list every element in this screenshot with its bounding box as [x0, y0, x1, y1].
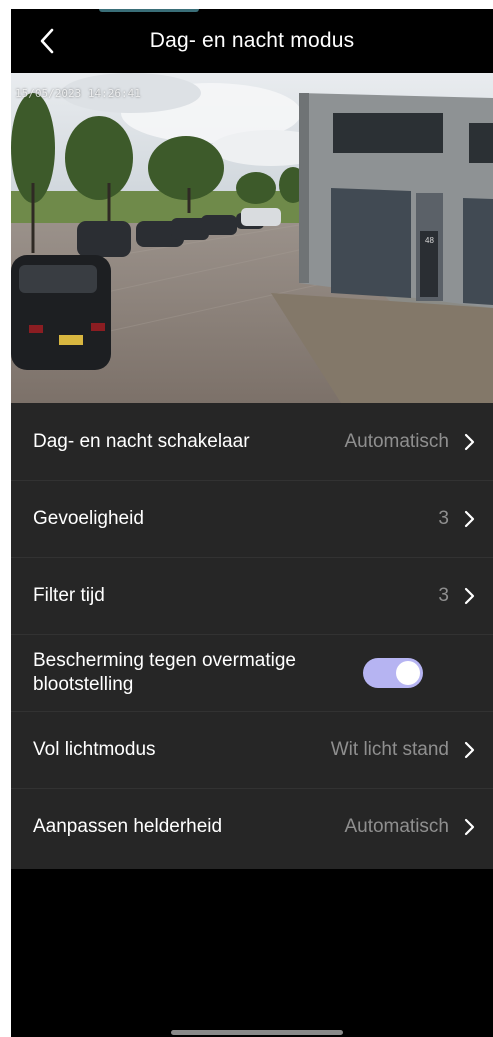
day-night-switch-value: Automatisch: [344, 430, 449, 452]
toggle-knob: [396, 661, 420, 685]
camera-timestamp: 15/05/2023 14:26:41: [15, 87, 141, 100]
full-light-mode-row[interactable]: Vol lichtmodus Wit licht stand: [11, 711, 493, 788]
full-light-mode-label: Vol lichtmodus: [33, 739, 156, 760]
camera-image: 48: [11, 73, 493, 403]
day-night-switch-row[interactable]: Dag- en nacht schakelaar Automatisch: [11, 403, 493, 480]
brightness-adjust-row[interactable]: Aanpassen helderheid Automatisch: [11, 788, 493, 865]
filter-time-value: 3: [438, 585, 449, 606]
sensitivity-row[interactable]: Gevoeligheid 3: [11, 480, 493, 557]
filter-time-label: Filter tijd: [33, 585, 105, 606]
day-night-switch-label: Dag- en nacht schakelaar: [33, 430, 250, 452]
chevron-right-icon: [463, 741, 475, 759]
sensitivity-label: Gevoeligheid: [33, 508, 144, 529]
phone-screen: Dag- en nacht modus 48 15/05/2023 14:26:…: [11, 9, 493, 1037]
chevron-right-icon: [463, 587, 475, 605]
brightness-adjust-label: Aanpassen helderheid: [33, 816, 223, 837]
sensitivity-value: 3: [438, 508, 449, 529]
chevron-right-icon: [463, 510, 475, 528]
overexposure-protection-label: Bescherming tegen overmatige blootstelli…: [33, 650, 296, 695]
top-bar: Dag- en nacht modus: [11, 9, 493, 73]
overexposure-protection-toggle[interactable]: [363, 658, 423, 688]
building-number: 48: [425, 236, 434, 245]
back-button[interactable]: [31, 25, 63, 57]
camera-preview[interactable]: 48 15/05/2023 14:26:41: [11, 73, 493, 403]
overexposure-protection-row: Bescherming tegen overmatige blootstelli…: [11, 634, 493, 711]
full-light-mode-value: Wit licht stand: [330, 739, 449, 760]
page-title: Dag- en nacht modus: [149, 29, 355, 52]
chevron-left-icon: [40, 28, 54, 54]
chevron-right-icon: [463, 818, 475, 836]
chevron-right-icon: [463, 433, 475, 451]
home-indicator[interactable]: [171, 1030, 343, 1035]
brightness-adjust-value: Automatisch: [344, 816, 449, 837]
filter-time-row[interactable]: Filter tijd 3: [11, 557, 493, 634]
settings-list: Dag- en nacht schakelaar Automatisch Gev…: [11, 403, 493, 869]
